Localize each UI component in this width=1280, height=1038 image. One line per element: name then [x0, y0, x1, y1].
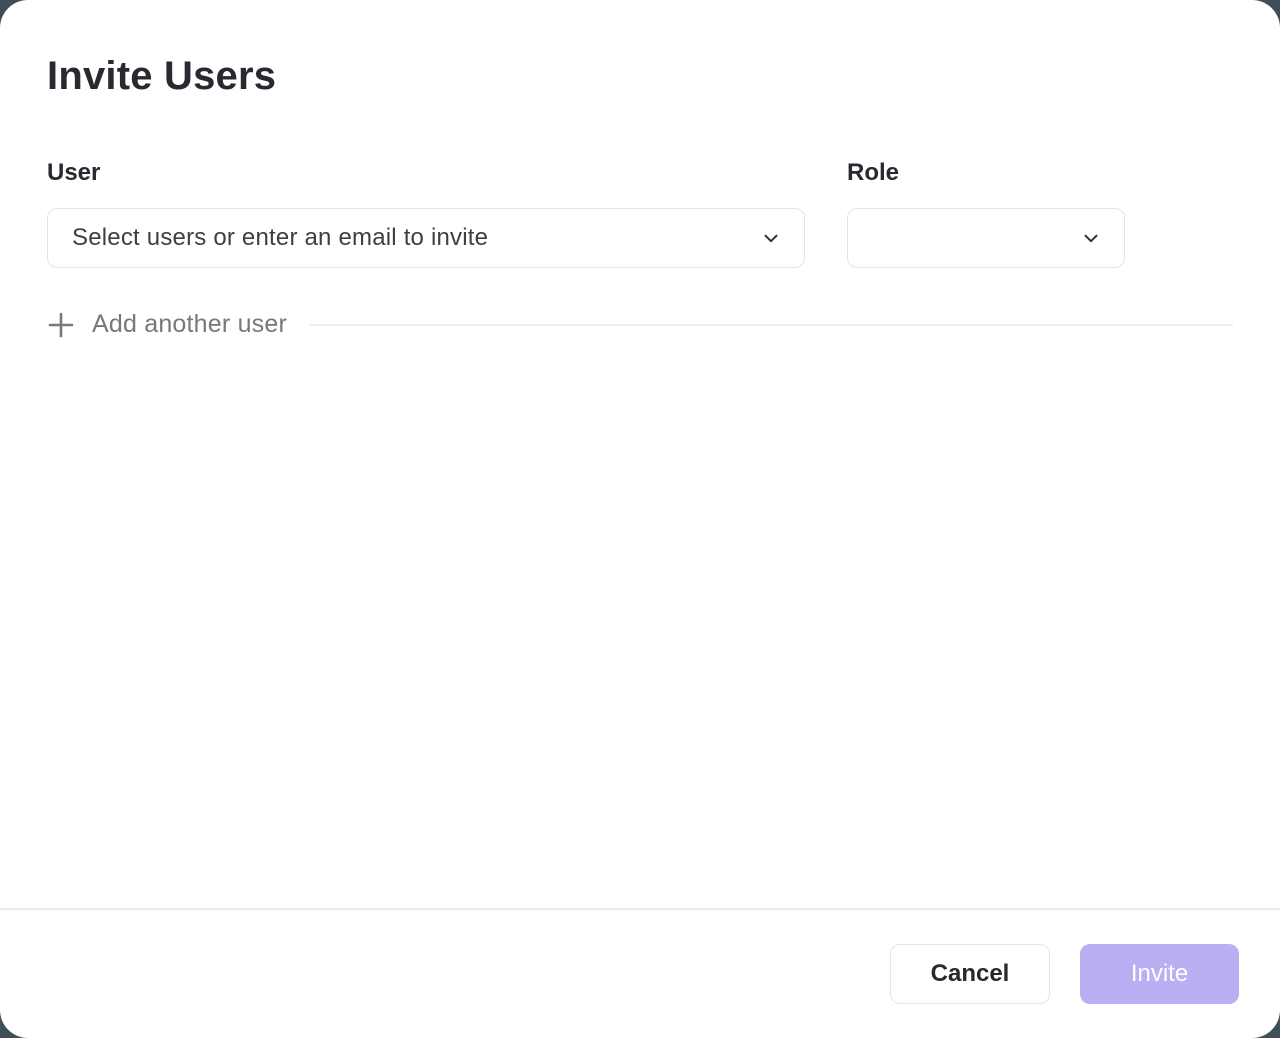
user-field-label: User [47, 159, 805, 187]
role-select[interactable] [847, 208, 1125, 268]
modal-footer: Cancel Invite [0, 908, 1280, 1038]
invite-form-row: User Select users or enter an email to i… [47, 159, 1233, 268]
chevron-down-icon [760, 227, 782, 249]
add-another-user-label: Add another user [92, 310, 287, 339]
add-another-user-button[interactable]: Add another user [47, 310, 1233, 339]
role-field-group: Role [847, 159, 1125, 268]
invite-button[interactable]: Invite [1080, 944, 1239, 1004]
modal-body: Invite Users User Select users or enter … [0, 0, 1280, 908]
plus-icon [47, 311, 75, 339]
user-field-group: User Select users or enter an email to i… [47, 159, 805, 268]
page-title: Invite Users [47, 54, 1233, 99]
chevron-down-icon [1080, 227, 1102, 249]
user-select[interactable]: Select users or enter an email to invite [47, 208, 805, 268]
cancel-button[interactable]: Cancel [890, 944, 1050, 1004]
divider [310, 324, 1233, 326]
user-select-placeholder: Select users or enter an email to invite [72, 224, 760, 252]
invite-users-modal: Invite Users User Select users or enter … [0, 0, 1280, 1038]
role-field-label: Role [847, 159, 1125, 187]
